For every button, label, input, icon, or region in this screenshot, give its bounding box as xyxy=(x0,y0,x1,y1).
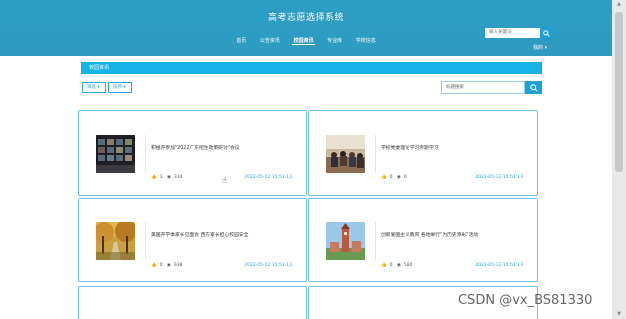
news-stats: 👍 0 ◉ 0 xyxy=(381,175,410,180)
nav-item-campus-news[interactable]: 校园资讯 xyxy=(292,37,315,45)
like-count: 0 xyxy=(389,175,393,180)
vertical-scrollbar[interactable]: ▲ ▼ xyxy=(612,0,626,319)
search-icon xyxy=(542,29,550,37)
sort-dropdown[interactable]: 排序 ▾ xyxy=(108,82,132,93)
title-search-input[interactable]: 标题搜索 xyxy=(441,81,525,94)
header-search-button[interactable] xyxy=(540,28,552,38)
news-stats: 👍 0 ◉ 938 xyxy=(151,263,185,268)
news-date: 2022-05-12 15:51:13 xyxy=(244,175,292,180)
view-count: 334 xyxy=(173,175,183,180)
news-card[interactable]: 学校党委理论学习专题学习 👍 0 ◉ 0 2022-05-12 15:51:13 xyxy=(308,110,538,196)
like-count: 0 xyxy=(389,263,393,268)
filter-dropdown[interactable]: 筛选 ▾ xyxy=(82,82,106,93)
news-title[interactable]: 积極开参加"2022广东招生政策研讨"会议 xyxy=(151,144,240,151)
header-search-input[interactable]: 输入关键词 xyxy=(485,28,540,38)
nav-item-home[interactable]: 首页 xyxy=(235,37,247,44)
scroll-thumb[interactable] xyxy=(615,12,623,172)
news-thumbnail[interactable] xyxy=(326,135,365,173)
nav-item-announcements[interactable]: 公告资讯 xyxy=(259,37,281,44)
like-icon[interactable]: 👍 xyxy=(151,263,157,268)
scroll-up-icon[interactable]: ▲ xyxy=(616,1,622,7)
news-thumbnail[interactable] xyxy=(96,135,135,173)
site-title: 高考志愿选择系统 xyxy=(267,13,344,23)
like-icon[interactable]: 👍 xyxy=(151,175,157,180)
divider xyxy=(375,222,376,260)
view-count: 938 xyxy=(173,263,183,268)
title-search-button[interactable] xyxy=(525,81,542,94)
news-card[interactable]: 积極开参加"2022广东招生政策研讨"会议 👍 1 ◉ 334 2022-05-12… xyxy=(78,110,307,196)
eye-icon: ◉ xyxy=(166,175,171,180)
search-icon xyxy=(529,83,538,92)
news-card[interactable]: 美国开学季家长见面会 西方家长担心校园安全 👍 0 ◉ 938 2022-05-12… xyxy=(78,198,307,282)
scroll-down-icon[interactable]: ▼ xyxy=(616,311,622,317)
user-menu[interactable]: 我的 ▾ xyxy=(533,44,547,51)
news-thumbnail[interactable] xyxy=(96,222,135,260)
eye-icon: ◉ xyxy=(396,175,401,180)
divider xyxy=(145,222,146,260)
watermark: CSDN @vx_BS81330 xyxy=(458,293,593,308)
section-title: 校园资讯 xyxy=(81,62,542,74)
news-title[interactable]: 美国开学季家长见面会 西方家长担心校园安全 xyxy=(151,231,248,238)
news-thumbnail[interactable] xyxy=(326,222,365,260)
view-count: 0 xyxy=(403,175,407,180)
news-card[interactable]: 创新爱国主义教育 各地举行"为历史添彩"活动 👍 0 ◉ 580 2022-05-1… xyxy=(308,198,538,282)
news-title[interactable]: 创新爱国主义教育 各地举行"为历史添彩"活动 xyxy=(381,231,478,238)
browser-screenshot: 高考志愿选择系统 首页 公告资讯 校园资讯 专业库 学校信息 输入关键词 我的 … xyxy=(0,0,626,319)
like-icon[interactable]: 👍 xyxy=(381,175,387,180)
eye-icon: ◉ xyxy=(166,263,171,268)
like-icon[interactable]: 👍 xyxy=(381,263,387,268)
mouse-cursor-icon: ☝ xyxy=(222,176,227,185)
nav-item-schools[interactable]: 学校信息 xyxy=(355,37,377,44)
news-stats: 👍 0 ◉ 580 xyxy=(381,263,415,268)
news-date: 2022-05-12 15:51:13 xyxy=(244,263,292,268)
divider xyxy=(145,135,146,173)
news-stats: 👍 1 ◉ 334 xyxy=(151,175,185,180)
view-count: 580 xyxy=(403,263,413,268)
news-card[interactable] xyxy=(78,286,307,319)
main-nav: 首页 公告资讯 校园资讯 专业库 学校信息 xyxy=(0,37,612,45)
nav-item-majors[interactable]: 专业库 xyxy=(326,37,343,44)
news-title[interactable]: 学校党委理论学习专题学习 xyxy=(381,144,439,151)
like-count: 1 xyxy=(159,175,163,180)
divider xyxy=(375,135,376,173)
eye-icon: ◉ xyxy=(396,263,401,268)
like-count: 0 xyxy=(159,263,163,268)
news-date: 2022-05-12 15:51:13 xyxy=(475,263,523,268)
site-header: 高考志愿选择系统 首页 公告资讯 校园资讯 专业库 学校信息 输入关键词 我的 … xyxy=(0,0,612,56)
news-date: 2022-05-12 15:51:13 xyxy=(475,175,523,180)
